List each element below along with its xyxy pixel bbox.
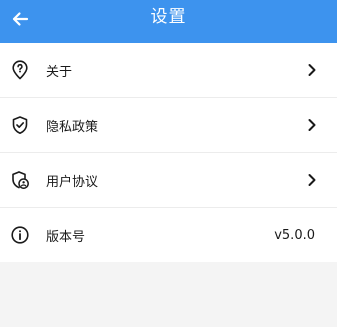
settings-item-label: 隐私政策 — [46, 119, 99, 135]
chevron-right-icon — [305, 63, 319, 77]
settings-list: 关于 隐私政策 用户协议 版本号 v5.0.0 — [0, 43, 337, 262]
settings-item-about[interactable]: 关于 — [0, 43, 337, 98]
app-header: 设置 — [0, 0, 337, 43]
version-value: v5.0.0 — [274, 227, 315, 243]
shield-check-icon — [9, 114, 31, 136]
shield-user-icon — [9, 169, 31, 191]
settings-item-version: 版本号 v5.0.0 — [0, 208, 337, 262]
settings-item-label: 版本号 — [46, 229, 86, 245]
location-question-icon — [9, 59, 31, 81]
page-title: 设置 — [150, 7, 187, 27]
info-circle-icon — [9, 224, 31, 246]
settings-item-label: 关于 — [46, 64, 73, 80]
settings-item-label: 用户协议 — [46, 174, 99, 190]
chevron-right-icon — [305, 173, 319, 187]
settings-item-user-agreement[interactable]: 用户协议 — [0, 153, 337, 208]
settings-item-privacy-policy[interactable]: 隐私政策 — [0, 98, 337, 153]
chevron-right-icon — [305, 118, 319, 132]
